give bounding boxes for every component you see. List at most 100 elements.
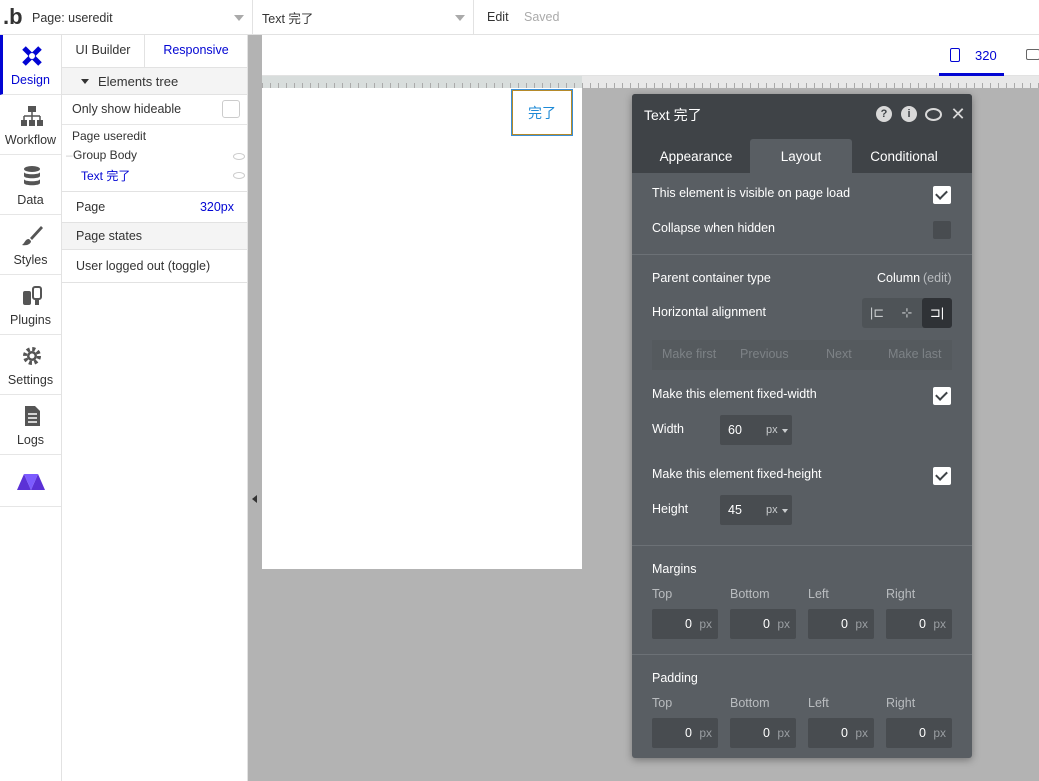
page-select-dropdown[interactable]: Page: useredit [26,0,253,35]
rail-label: Logs [16,433,45,447]
padding-top-input[interactable]: 0 px [652,718,718,748]
collapse-hidden-checkbox[interactable] [933,221,951,239]
rail-bubble[interactable] [0,455,61,507]
padding-right-value: 0 [919,726,926,740]
help-icon[interactable]: ? [876,106,892,122]
viewport-width[interactable]: 320 [975,48,997,63]
margin-left-value: 0 [841,617,848,631]
divider [632,254,972,255]
margin-top-label: Top [652,587,673,601]
parent-container-edit-link[interactable]: (edit) [923,271,951,285]
tab-layout[interactable]: Layout [750,139,852,173]
page-state-item[interactable]: User logged out (toggle) [62,251,247,281]
caret-down-icon [81,79,89,84]
panel-tabs: UI Builder Responsive [62,35,247,68]
collapse-hidden-label: Collapse when hidden [652,221,776,235]
padding-left-input[interactable]: 0 px [808,718,874,748]
tab-conditional[interactable]: Conditional [854,139,954,173]
page-select-label: Page: useredit [32,10,113,25]
eye-icon[interactable] [233,172,245,179]
padding-left-value: 0 [841,726,848,740]
width-input[interactable]: 60 px [720,415,792,445]
edit-menu[interactable]: Edit [487,10,509,24]
page-canvas[interactable]: 完了 [262,88,582,569]
next-button[interactable]: Next [826,347,852,361]
make-first-button[interactable]: Make first [662,347,716,361]
unit-label: px [933,726,946,740]
visible-on-load-checkbox[interactable] [933,186,951,204]
top-bar: .b Page: useredit Text 完了 Edit Saved [0,0,1039,35]
tab-appearance[interactable]: Appearance [646,139,746,173]
height-unit: px [766,504,778,516]
phone-icon[interactable] [950,48,960,62]
tab-ui-builder[interactable]: UI Builder [62,35,145,68]
horizontal-alignment-label: Horizontal alignment [652,305,766,319]
margin-top-input[interactable]: 0 px [652,609,718,639]
workflow-icon [21,106,43,126]
gear-icon [23,347,41,365]
editor-tabs: Appearance Layout Conditional [632,134,972,173]
padding-bottom-input[interactable]: 0 px [730,718,796,748]
page-states-header: Page states [62,223,247,249]
element-select-label: Text 完了 [262,12,314,26]
only-hideable-checkbox[interactable] [222,100,240,118]
only-hideable-label: Only show hideable [72,102,182,116]
align-right-icon[interactable]: ⊐| [922,298,952,328]
info-icon[interactable]: i [901,106,917,122]
padding-title: Padding [652,671,698,685]
rail-workflow[interactable]: Workflow [0,95,61,155]
visible-on-load-label: This element is visible on page load [652,186,851,200]
tree-item-text[interactable]: Text 完了 [81,167,130,184]
elements-tree-header[interactable]: Elements tree [62,68,247,95]
comment-icon[interactable] [925,108,942,121]
padding-top-label: Top [652,696,673,710]
width-unit: px [766,424,778,436]
rail-plugins[interactable]: Plugins [0,275,61,335]
tree-item-page[interactable]: Page useredit [72,129,146,143]
margins-title: Margins [652,562,697,576]
element-select-dropdown[interactable]: Text 完了 [253,0,474,35]
rail-design[interactable]: Design [0,35,61,95]
plugin-icon [23,286,42,305]
tablet-icon[interactable] [1026,49,1039,60]
make-last-button[interactable]: Make last [888,347,942,361]
margin-bottom-input[interactable]: 0 px [730,609,796,639]
fixed-height-checkbox[interactable] [933,467,951,485]
margin-right-label: Right [886,587,916,601]
editor-header[interactable]: Text 完了 ? i ✕ [632,94,972,134]
rail-label: Design [11,73,50,87]
fixed-width-checkbox[interactable] [933,387,951,405]
align-left-icon[interactable]: |⊏ [862,298,892,328]
padding-right-input[interactable]: 0 px [886,718,952,748]
database-icon [24,166,40,186]
close-icon[interactable]: ✕ [950,105,966,123]
padding-bottom-label: Bottom [730,696,770,710]
viewport-bar: 320 [262,35,1039,76]
page-label: Page [76,200,106,214]
tab-responsive[interactable]: Responsive [145,35,247,68]
eye-icon[interactable] [233,153,245,160]
rail-settings[interactable]: Settings [0,335,61,395]
bubble-logo-icon [17,474,45,490]
rail-logs[interactable]: Logs [0,395,61,455]
align-center-icon[interactable]: ⊹ [892,298,922,328]
elements-tree-title: Elements tree [98,74,179,89]
collapse-panel-icon[interactable] [252,495,257,503]
margin-right-input[interactable]: 0 px [886,609,952,639]
tree-connector: – [66,148,73,162]
padding-bottom-value: 0 [763,726,770,740]
unit-label: px [855,726,868,740]
height-input[interactable]: 45 px [720,495,792,525]
tree-item-group-body[interactable]: Group Body [73,148,137,162]
unit-label: px [777,726,790,740]
page-width-value[interactable]: 320px [200,200,234,214]
previous-button[interactable]: Previous [740,347,789,361]
margin-left-input[interactable]: 0 px [808,609,874,639]
bubble-logo[interactable]: .b [3,6,25,28]
parent-container-label: Parent container type [652,271,771,285]
rail-styles[interactable]: Styles [0,215,61,275]
ruler [262,76,1039,88]
width-label: Width [652,422,684,436]
rail-data[interactable]: Data [0,155,61,215]
text-element[interactable]: 完了 [511,89,573,136]
